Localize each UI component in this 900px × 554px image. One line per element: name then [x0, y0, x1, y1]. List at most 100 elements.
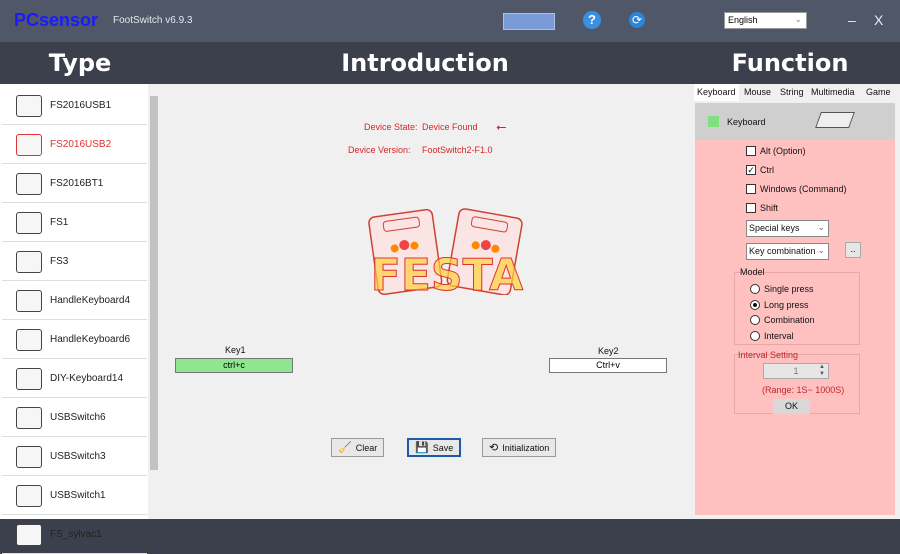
- keyboard-icon[interactable]: [503, 13, 555, 30]
- key-combination-value: Key combination: [749, 246, 816, 256]
- type-item-label: USBSwitch3: [50, 451, 106, 462]
- type-item[interactable]: HandleKeyboard4: [2, 282, 147, 320]
- mode-label: Keyboard: [727, 117, 766, 127]
- key-combination-select[interactable]: Key combination ⌄: [746, 243, 829, 260]
- device-icon: [16, 133, 42, 156]
- model-radio[interactable]: Single press: [750, 284, 814, 294]
- checkbox-box[interactable]: ✓: [746, 165, 756, 175]
- type-item-label: FS2016USB1: [50, 100, 112, 111]
- key2-label: Key2: [598, 346, 619, 356]
- language-select[interactable]: English ⌄: [724, 12, 807, 29]
- chevron-down-icon: ⌄: [794, 14, 802, 24]
- type-item[interactable]: FS2016USB2: [2, 126, 147, 164]
- save-label: Save: [432, 442, 454, 453]
- save-icon: 💾: [415, 442, 429, 454]
- tab-keyboard[interactable]: Keyboard: [694, 84, 739, 101]
- tab-game[interactable]: Game: [863, 84, 894, 101]
- checkbox-box[interactable]: [746, 146, 756, 156]
- interval-setting-label: Interval Setting: [738, 350, 799, 360]
- type-item-label: FS2016BT1: [50, 178, 104, 189]
- radio-circle[interactable]: [750, 315, 760, 325]
- introduction-header: Introduction: [341, 49, 509, 77]
- key2-field[interactable]: Ctrl+v: [549, 358, 667, 373]
- type-item-label: FS_sylvac1: [50, 529, 102, 540]
- model-radio[interactable]: Combination: [750, 315, 815, 325]
- usb-icon: ⭠: [496, 119, 507, 134]
- interval-spinner[interactable]: ▲ ▼: [819, 364, 825, 378]
- mode-header: [695, 103, 895, 140]
- radio-circle[interactable]: [750, 299, 760, 310]
- device-state-value: Device Found: [422, 122, 478, 132]
- clear-button[interactable]: 🧹 Clear: [331, 438, 385, 457]
- refresh-icon[interactable]: ⟳: [629, 12, 645, 28]
- type-item[interactable]: FS2016USB1: [2, 87, 147, 125]
- type-item-label: FS3: [50, 256, 69, 267]
- tab-multimedia[interactable]: Multimedia: [808, 84, 858, 101]
- app-title: FootSwitch v6.9.3: [113, 15, 193, 26]
- checkbox-box[interactable]: [746, 184, 756, 194]
- type-item-label: FS1: [50, 217, 69, 228]
- type-header: Type: [48, 49, 112, 77]
- device-icon: [16, 172, 42, 195]
- device-icon: [16, 289, 42, 312]
- checkbox-box[interactable]: [746, 203, 756, 213]
- device-icon: [16, 523, 42, 546]
- modifier-checkbox[interactable]: Alt (Option): [746, 146, 806, 156]
- type-item[interactable]: FS3: [2, 243, 147, 281]
- model-radio[interactable]: Interval: [750, 330, 794, 341]
- mode-indicator: [708, 116, 719, 127]
- minimize-button[interactable]: –: [848, 12, 856, 28]
- device-version-value: FootSwitch2-F1.0: [422, 145, 493, 155]
- model-option-label: Interval: [764, 330, 794, 341]
- scrollbar-thumb[interactable]: [150, 96, 158, 470]
- special-keys-select[interactable]: Special keys ⌄: [746, 220, 829, 237]
- radio-circle[interactable]: [750, 330, 760, 341]
- type-item[interactable]: DIY-Keyboard14: [2, 360, 147, 398]
- more-button[interactable]: ..: [845, 242, 861, 258]
- key1-field[interactable]: ctrl+c: [175, 358, 293, 373]
- type-item[interactable]: FS_sylvac1: [2, 516, 147, 554]
- device-version-label: Device Version:: [348, 145, 411, 155]
- initialization-label: Initialization: [502, 442, 550, 453]
- type-item[interactable]: USBSwitch1: [2, 477, 147, 515]
- type-item[interactable]: FS1: [2, 204, 147, 242]
- device-icon: [16, 94, 42, 117]
- type-item-label: FS2016USB2: [50, 139, 112, 150]
- modifier-label: Windows (Command): [760, 184, 847, 194]
- type-item[interactable]: HandleKeyboard6: [2, 321, 147, 359]
- reset-icon: ⟲: [489, 442, 499, 454]
- help-icon[interactable]: ?: [583, 11, 601, 29]
- ok-button[interactable]: OK: [773, 399, 810, 414]
- modifier-checkbox[interactable]: ✓ Ctrl: [746, 165, 774, 175]
- type-item-label: HandleKeyboard6: [50, 334, 131, 345]
- model-option-label: Single press: [764, 284, 814, 294]
- model-label: Model: [740, 267, 765, 277]
- footswitch-image: FESTA: [368, 208, 524, 295]
- modifier-label: Alt (Option): [760, 146, 806, 156]
- model-radio[interactable]: Long press: [750, 299, 809, 310]
- tab-mouse[interactable]: Mouse: [741, 84, 774, 101]
- close-button[interactable]: X: [874, 12, 883, 28]
- key1-label: Key1: [225, 345, 246, 355]
- modifier-checkbox[interactable]: Windows (Command): [746, 184, 847, 194]
- type-item[interactable]: USBSwitch3: [2, 438, 147, 476]
- type-item[interactable]: FS2016BT1: [2, 165, 147, 203]
- interval-range: (Range: 1S~ 1000S): [762, 385, 845, 395]
- device-state-label: Device State:: [364, 122, 418, 132]
- type-item-label: USBSwitch6: [50, 412, 106, 423]
- tab-string[interactable]: String: [777, 84, 807, 101]
- function-header: Function: [731, 49, 849, 77]
- device-icon: [16, 367, 42, 390]
- pcsensor-logo: PCsensor: [14, 10, 99, 30]
- special-keys-value: Special keys: [749, 223, 800, 233]
- modifier-label: Shift: [760, 203, 779, 213]
- type-item[interactable]: USBSwitch6: [2, 399, 147, 437]
- modifier-checkbox[interactable]: Shift: [746, 203, 778, 213]
- device-icon: [16, 211, 42, 234]
- radio-circle[interactable]: [750, 284, 760, 294]
- interval-value: 1: [793, 366, 799, 376]
- save-button[interactable]: 💾 Save: [407, 438, 462, 457]
- broom-icon: 🧹: [338, 442, 352, 454]
- type-item-label: HandleKeyboard4: [50, 295, 131, 306]
- initialization-button[interactable]: ⟲ Initialization: [482, 438, 557, 457]
